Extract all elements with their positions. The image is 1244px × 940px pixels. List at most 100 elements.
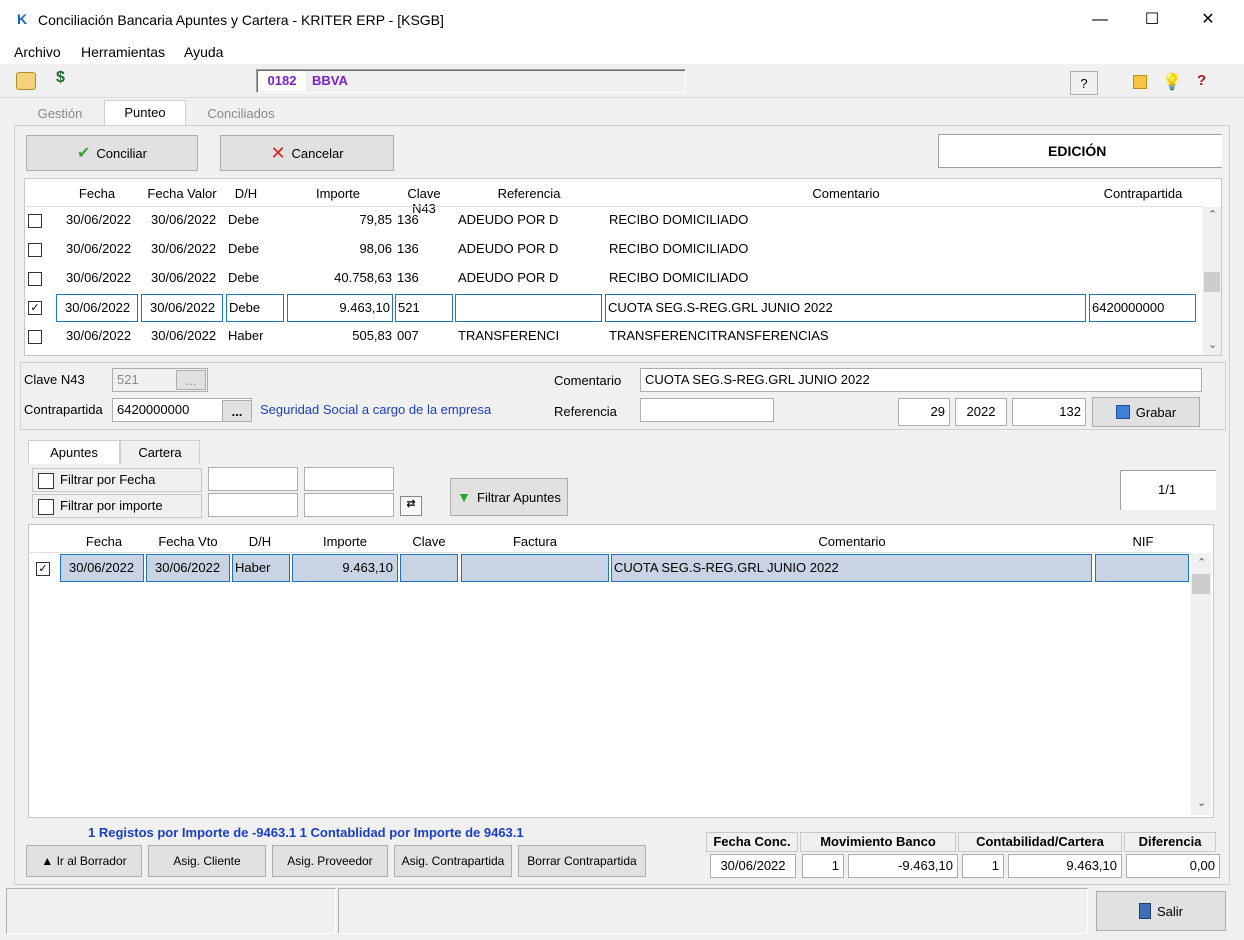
row-checkbox[interactable]	[28, 214, 42, 228]
app-logo-icon: K	[14, 11, 30, 27]
col-fecha[interactable]: Fecha	[64, 534, 144, 549]
referencia-field[interactable]	[640, 398, 774, 422]
cell-referencia: ADEUDO POR D	[458, 212, 559, 227]
ir-al-borrador-button[interactable]: ▲ Ir al Borrador	[26, 845, 142, 877]
row-checkbox[interactable]	[28, 330, 42, 344]
banco-amount-field: -9.463,10	[848, 854, 958, 878]
col-fecha-valor[interactable]: Fecha Valor	[142, 186, 222, 201]
lightbulb-icon[interactable]: 💡	[1162, 72, 1182, 92]
grabar-button[interactable]: Grabar	[1092, 397, 1200, 427]
money-bag-icon[interactable]: $	[56, 69, 76, 91]
apunte-checkbox-checked[interactable]: ✓	[36, 562, 50, 576]
minimize-button[interactable]: —	[1080, 8, 1120, 32]
filtrar-apuntes-label: Filtrar Apuntes	[477, 489, 561, 505]
col-nif[interactable]: NIF	[1096, 534, 1190, 549]
question-help-icon[interactable]: ?	[1197, 72, 1215, 92]
field-num2[interactable]: 2022	[955, 398, 1007, 426]
comentario-field[interactable]: CUOTA SEG.S-REG.GRL JUNIO 2022	[640, 368, 1202, 392]
col-importe[interactable]: Importe	[292, 534, 398, 549]
col-fecha[interactable]: Fecha	[64, 186, 130, 201]
cell-nif[interactable]	[1095, 554, 1189, 582]
totals-diferencia-header: Diferencia	[1124, 832, 1216, 852]
importe-hasta-field[interactable]	[304, 493, 394, 517]
tab-cartera[interactable]: Cartera	[120, 440, 200, 464]
close-button[interactable]: ✕	[1188, 8, 1228, 32]
cell-importe[interactable]: 9.463,10	[292, 554, 398, 582]
col-contrapartida[interactable]: Contrapartida	[1090, 186, 1196, 201]
row-checkbox-checked[interactable]: ✓	[28, 301, 42, 315]
col-clave[interactable]: Clave	[400, 534, 458, 549]
cell-fecha-valor[interactable]: 30/06/2022	[141, 294, 223, 322]
clave-label: Clave N43	[24, 372, 85, 387]
col-fecha-vto[interactable]: Fecha Vto	[146, 534, 230, 549]
cell-fecha: 30/06/2022	[66, 241, 132, 256]
cell-clave[interactable]: 521	[395, 294, 453, 322]
salir-button[interactable]: Salir	[1096, 891, 1226, 931]
tab-gestion[interactable]: Gestión	[28, 102, 92, 126]
filtrar-fecha-label[interactable]: Filtrar por Fecha	[60, 472, 155, 487]
asig-contrapartida-button[interactable]: Asig. Contrapartida	[394, 845, 512, 877]
col-referencia[interactable]: Referencia	[456, 186, 602, 201]
cell-fecha-valor: 30/06/2022	[151, 241, 217, 256]
importe-desde-field[interactable]	[208, 493, 298, 517]
cell-fecha-vto[interactable]: 30/06/2022	[146, 554, 230, 582]
conciliar-button[interactable]: ✔ Conciliar	[26, 135, 198, 171]
back-icon[interactable]	[16, 72, 36, 90]
row-checkbox[interactable]	[28, 272, 42, 286]
scroll-up-icon[interactable]: ⌃	[1197, 556, 1206, 569]
tab-punteo[interactable]: Punteo	[104, 100, 186, 126]
scroll-thumb[interactable]	[1192, 574, 1210, 594]
scroll-down-icon[interactable]: ⌄	[1197, 796, 1206, 809]
col-dh[interactable]: D/H	[232, 534, 288, 549]
cell-importe: 40.758,63	[334, 270, 392, 285]
cell-comentario[interactable]: CUOTA SEG.S-REG.GRL JUNIO 2022	[611, 554, 1092, 582]
filtrar-apuntes-button[interactable]: ▼ Filtrar Apuntes	[450, 478, 568, 516]
cancelar-button[interactable]: ✕ Cancelar	[220, 135, 394, 171]
clave-browse-button[interactable]: ...	[176, 370, 206, 390]
cell-fecha[interactable]: 30/06/2022	[60, 554, 144, 582]
note-icon[interactable]	[1133, 75, 1147, 89]
filtrar-importe-label[interactable]: Filtrar por importe	[60, 498, 163, 513]
menu-archivo[interactable]: Archivo	[14, 44, 61, 60]
cell-factura[interactable]	[461, 554, 609, 582]
scroll-up-icon[interactable]: ⌃	[1208, 208, 1217, 221]
scroll-thumb[interactable]	[1204, 272, 1220, 292]
scroll-down-icon[interactable]: ⌄	[1208, 338, 1217, 351]
help-button[interactable]: ?	[1070, 71, 1098, 95]
col-dh[interactable]: D/H	[226, 186, 266, 201]
col-comentario[interactable]: Comentario	[606, 186, 1086, 201]
apuntes-header-divider	[28, 552, 1190, 553]
asig-proveedor-button[interactable]: Asig. Proveedor	[272, 845, 388, 877]
field-num3[interactable]: 132	[1012, 398, 1086, 426]
contrapartida-browse-button[interactable]: ...	[222, 400, 252, 422]
cell-comentario[interactable]: CUOTA SEG.S-REG.GRL JUNIO 2022	[605, 294, 1086, 322]
field-num1[interactable]: 29	[898, 398, 950, 426]
cell-importe[interactable]: 9.463,10	[287, 294, 393, 322]
cell-fecha[interactable]: 30/06/2022	[56, 294, 138, 322]
row-checkbox[interactable]	[28, 243, 42, 257]
contabilidad-amount-field: 9.463,10	[1008, 854, 1122, 878]
tab-conciliados[interactable]: Conciliados	[196, 102, 286, 126]
cell-referencia: ADEUDO POR D	[458, 241, 559, 256]
cell-clave[interactable]	[400, 554, 458, 582]
cell-dh[interactable]: Debe	[226, 294, 284, 322]
cell-importe: 505,83	[352, 328, 392, 343]
window-title: Conciliación Bancaria Apuntes y Cartera …	[38, 12, 444, 28]
cell-clave: 007	[397, 328, 419, 343]
menu-ayuda[interactable]: Ayuda	[184, 44, 223, 60]
tab-apuntes[interactable]: Apuntes	[28, 440, 120, 464]
fecha-desde-field[interactable]	[208, 467, 298, 491]
cell-contrapartida[interactable]: 6420000000	[1089, 294, 1196, 322]
col-comentario[interactable]: Comentario	[612, 534, 1092, 549]
col-importe[interactable]: Importe	[290, 186, 386, 201]
fecha-hasta-field[interactable]	[304, 467, 394, 491]
cell-referencia[interactable]	[455, 294, 602, 322]
col-factura[interactable]: Factura	[462, 534, 608, 549]
borrar-contrapartida-button[interactable]: Borrar Contrapartida	[518, 845, 646, 877]
cell-dh[interactable]: Haber	[232, 554, 290, 582]
cell-importe: 98,06	[359, 241, 392, 256]
menu-herramientas[interactable]: Herramientas	[81, 44, 165, 60]
asig-cliente-button[interactable]: Asig. Cliente	[148, 845, 266, 877]
range-swap-icon[interactable]: ⇄	[400, 496, 422, 516]
maximize-button[interactable]: ☐	[1132, 8, 1172, 32]
